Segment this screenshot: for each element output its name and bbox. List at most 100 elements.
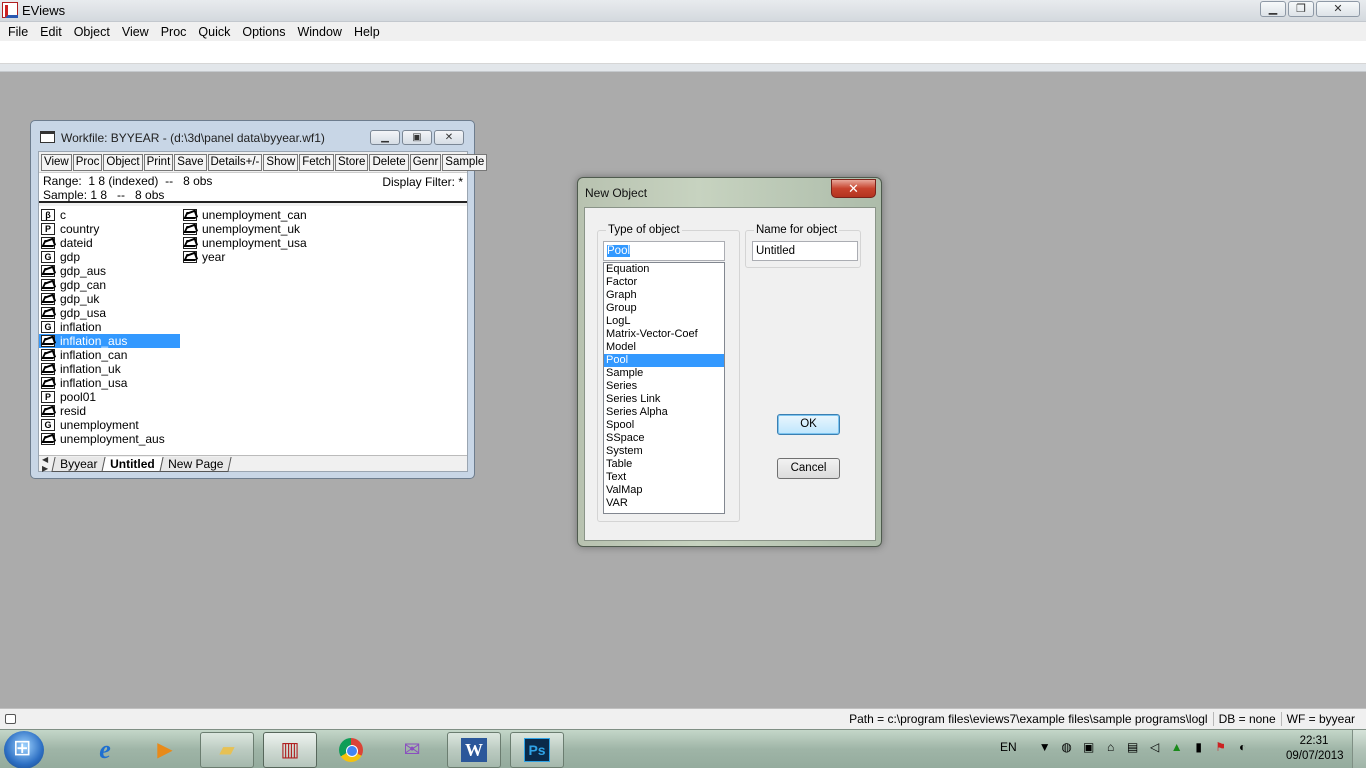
print-button[interactable]: Print — [143, 153, 174, 171]
show-button[interactable]: Show — [263, 153, 299, 171]
type-option-var[interactable]: VAR — [604, 497, 724, 510]
type-option-equation[interactable]: Equation — [604, 263, 724, 276]
workfile-maximize-button[interactable]: ▣ — [402, 130, 432, 145]
taskbar-word[interactable]: W — [447, 732, 501, 768]
workfile-object-year[interactable]: year — [181, 250, 322, 264]
flag-icon[interactable]: ⚑ — [1213, 740, 1229, 754]
tab-new-page[interactable]: New Page — [159, 456, 233, 472]
menu-window[interactable]: Window — [291, 25, 347, 39]
menu-quick[interactable]: Quick — [192, 25, 236, 39]
workfile-object-inflation[interactable]: Ginflation — [39, 320, 180, 334]
type-option-model[interactable]: Model — [604, 341, 724, 354]
type-of-object-input[interactable]: Pool — [603, 241, 725, 261]
usb-icon[interactable]: ▤ — [1125, 740, 1141, 754]
menu-edit[interactable]: Edit — [34, 25, 68, 39]
workfile-titlebar[interactable]: Workfile: BYYEAR - (d:\3d\panel data\byy… — [31, 121, 474, 151]
range-text[interactable]: Range: 1 8 (indexed) -- 8 obs — [43, 174, 212, 188]
workfile-close-button[interactable]: ✕ — [434, 130, 464, 145]
security-icon[interactable]: ◍ — [1059, 740, 1075, 754]
type-option-sspace[interactable]: SSpace — [604, 432, 724, 445]
workfile-object-gdp[interactable]: Ggdp — [39, 250, 180, 264]
workfile-minimize-button[interactable]: ▁ — [370, 130, 400, 145]
workfile-object-unemployment-can[interactable]: unemployment_can — [181, 208, 322, 222]
type-option-group[interactable]: Group — [604, 302, 724, 315]
type-option-series-alpha[interactable]: Series Alpha — [604, 406, 724, 419]
workfile-object-unemployment-usa[interactable]: unemployment_usa — [181, 236, 322, 250]
menu-proc[interactable]: Proc — [155, 25, 193, 39]
type-option-spool[interactable]: Spool — [604, 419, 724, 432]
workfile-object-inflation-can[interactable]: inflation_can — [39, 348, 180, 362]
save-button[interactable]: Save — [174, 153, 207, 171]
volume-icon[interactable]: ◁ — [1147, 740, 1163, 754]
menu-file[interactable]: File — [2, 25, 34, 39]
workfile-object-gdp-uk[interactable]: gdp_uk — [39, 292, 180, 306]
workfile-object-unemployment-uk[interactable]: unemployment_uk — [181, 222, 322, 236]
cancel-button[interactable]: Cancel — [777, 458, 840, 479]
workfile-object-inflation-usa[interactable]: inflation_usa — [39, 376, 180, 390]
type-option-text[interactable]: Text — [604, 471, 724, 484]
workfile-object-c[interactable]: βc — [39, 208, 180, 222]
type-option-graph[interactable]: Graph — [604, 289, 724, 302]
tab-untitled[interactable]: Untitled — [101, 456, 164, 472]
menu-options[interactable]: Options — [236, 25, 291, 39]
fetch-button[interactable]: Fetch — [299, 153, 334, 171]
sample-button[interactable]: Sample — [442, 153, 488, 171]
command-window[interactable] — [0, 41, 1366, 64]
view-button[interactable]: View — [41, 153, 72, 171]
name-for-object-input[interactable]: Untitled — [752, 241, 858, 261]
show-desktop-button[interactable] — [1352, 730, 1366, 768]
object-button[interactable]: Object — [103, 153, 143, 171]
workfile-object-gdp-aus[interactable]: gdp_aus — [39, 264, 180, 278]
language-indicator[interactable]: EN — [1000, 740, 1017, 754]
workfile-object-inflation-aus[interactable]: inflation_aus — [39, 334, 180, 348]
type-option-series-link[interactable]: Series Link — [604, 393, 724, 406]
start-button[interactable] — [4, 731, 44, 768]
status-wf[interactable]: WF = byyear — [1280, 712, 1360, 726]
type-option-logl[interactable]: LogL — [604, 315, 724, 328]
type-option-pool[interactable]: Pool — [604, 354, 724, 367]
type-option-series[interactable]: Series — [604, 380, 724, 393]
menu-object[interactable]: Object — [68, 25, 116, 39]
type-option-factor[interactable]: Factor — [604, 276, 724, 289]
network-icon[interactable]: ⌂ — [1103, 740, 1119, 754]
taskbar-internet-explorer[interactable]: e — [78, 732, 132, 768]
power-icon[interactable]: ◐ — [1235, 740, 1251, 754]
taskbar-messenger[interactable]: ✉ — [385, 732, 439, 768]
type-option-sample[interactable]: Sample — [604, 367, 724, 380]
taskbar-eviews[interactable]: ▥ — [263, 732, 317, 768]
clock[interactable]: 22:31 09/07/2013 — [1286, 734, 1344, 764]
menu-help[interactable]: Help — [348, 25, 386, 39]
details-button[interactable]: Details+/- — [207, 153, 263, 171]
taskbar-photoshop[interactable]: Ps — [510, 732, 564, 768]
workfile-object-gdp-can[interactable]: gdp_can — [39, 278, 180, 292]
command-window-splitter[interactable] — [0, 64, 1366, 72]
restore-button[interactable]: ❐ — [1288, 1, 1314, 17]
signal-icon[interactable]: ▮ — [1191, 740, 1207, 754]
taskbar-file-explorer[interactable]: ▰ — [200, 732, 254, 768]
dialog-close-button[interactable]: ✕ — [831, 179, 876, 198]
workfile-object-unemployment-aus[interactable]: unemployment_aus — [39, 432, 180, 446]
taskbar-media-player[interactable]: ▶ — [138, 732, 192, 768]
menu-view[interactable]: View — [116, 25, 155, 39]
status-path[interactable]: Path = c:\program files\eviews7\example … — [844, 712, 1213, 726]
type-option-valmap[interactable]: ValMap — [604, 484, 724, 497]
delete-button[interactable]: Delete — [369, 153, 409, 171]
ok-button[interactable]: OK — [777, 414, 840, 435]
genr-button[interactable]: Genr — [409, 153, 442, 171]
close-button[interactable]: ✕ — [1316, 1, 1360, 17]
antivirus-icon[interactable]: ▼ — [1037, 740, 1053, 754]
proc-button[interactable]: Proc — [72, 153, 103, 171]
tab-byyear[interactable]: Byyear — [51, 456, 106, 472]
update-icon[interactable]: ▲ — [1169, 740, 1185, 754]
display-filter[interactable]: Display Filter: * — [382, 175, 463, 189]
status-db[interactable]: DB = none — [1212, 712, 1281, 726]
workfile-object-gdp-usa[interactable]: gdp_usa — [39, 306, 180, 320]
workfile-object-unemployment[interactable]: Gunemployment — [39, 418, 180, 432]
taskbar-chrome[interactable] — [324, 732, 378, 768]
minimize-button[interactable]: ▁ — [1260, 1, 1286, 17]
type-of-object-list[interactable]: Equation Factor Graph Group LogL Matrix-Vecto… — [603, 262, 725, 514]
workfile-object-inflation-uk[interactable]: inflation_uk — [39, 362, 180, 376]
workfile-object-resid[interactable]: resid — [39, 404, 180, 418]
workfile-object-country[interactable]: Pcountry — [39, 222, 180, 236]
type-option-matrix-vector-coef[interactable]: Matrix-Vector-Coef — [604, 328, 724, 341]
